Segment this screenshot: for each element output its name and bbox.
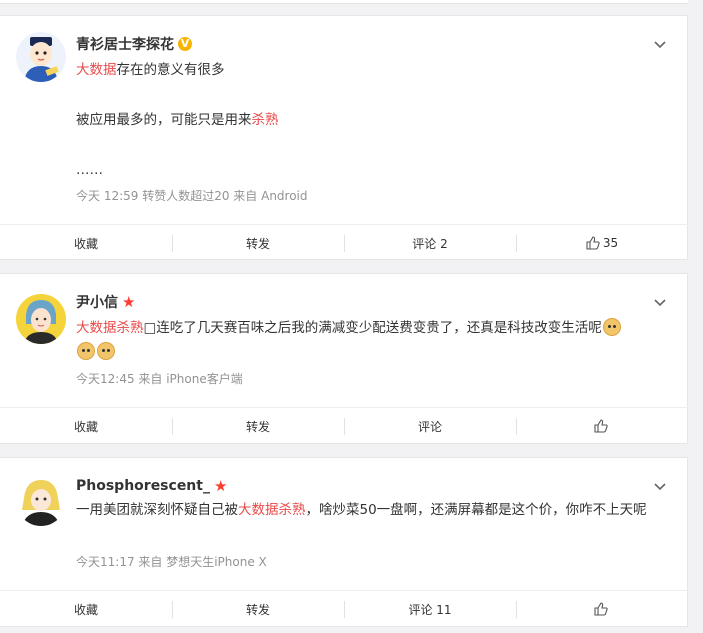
post-meta: 今天 12:59 转赞人数超过20 来自 Android — [76, 189, 308, 203]
avatar[interactable] — [16, 294, 66, 344]
favorite-button[interactable]: 收藏 — [0, 225, 172, 261]
post-content: 大数据杀熟□连吃了几天赛百味之后我的满减变少配送费变贵了，还真是科技改变生活呢 — [76, 316, 646, 364]
action-bar: 收藏 转发 评论 11 — [0, 590, 688, 627]
thumbs-up-icon — [593, 602, 608, 616]
repost-label: 转发 — [245, 236, 270, 251]
thumbs-up-icon — [593, 419, 608, 433]
star-badge-icon: ★ — [122, 292, 136, 311]
avatar[interactable] — [16, 476, 66, 526]
author-name[interactable]: 尹小信 — [76, 292, 118, 312]
avatar-anime-character-icon — [16, 476, 66, 526]
chevron-down-icon[interactable] — [653, 38, 667, 52]
repost-button[interactable]: 转发 — [172, 408, 344, 444]
action-bar: 收藏 转发 评论 2 35 — [0, 224, 688, 261]
post-text: □连吃了几天赛百味之后我的满减变少配送费变贵了，还真是科技改变生活呢 — [143, 320, 602, 336]
favorite-button[interactable]: 收藏 — [0, 591, 172, 627]
repost-button[interactable]: 转发 — [172, 225, 344, 261]
like-button[interactable] — [516, 408, 688, 444]
post-content: 大数据存在的意义有很多 被应用最多的，可能只是用来杀熟 …… — [76, 58, 666, 182]
weibo-card-3: Phosphorescent_ ★ 一用美团就深刻怀疑自己被大数据杀熟，啥炒菜5… — [0, 457, 688, 627]
topic-link[interactable]: 大数据杀熟 — [238, 502, 306, 518]
doge-emoji-icon — [77, 342, 95, 360]
verified-badge-icon: V — [178, 37, 192, 51]
avatar-cartoon-scholar-icon — [16, 32, 66, 82]
repost-button[interactable]: 转发 — [172, 591, 344, 627]
like-count: 35 — [602, 236, 619, 250]
previous-card-edge — [0, 0, 688, 4]
chevron-down-icon[interactable] — [653, 480, 667, 494]
favorite-label: 收藏 — [73, 602, 98, 617]
post-text: ，啥炒菜50一盘啊，还满屏幕都是这个价，你咋不上天呢 — [305, 502, 647, 518]
comment-button[interactable]: 评论 11 — [344, 591, 516, 627]
doge-emoji-icon — [602, 318, 621, 336]
star-badge-icon: ★ — [213, 476, 228, 495]
post-meta: 今天11:17 来自 梦想天生iPhone X — [76, 555, 267, 569]
like-button[interactable]: 35 — [516, 225, 688, 261]
comment-label: 评论 2 — [412, 236, 448, 251]
avatar-girl-illustration-icon — [16, 294, 66, 344]
like-button[interactable] — [516, 591, 688, 627]
post-text: 一用美团就深刻怀疑自己被 — [76, 502, 238, 518]
action-bar: 收藏 转发 评论 — [0, 407, 688, 444]
post-text: 被应用最多的，可能只是用来 — [76, 112, 252, 128]
post-text: 存在的意义有很多 — [116, 62, 225, 78]
weibo-card-1: 青衫居士李探花 V 大数据存在的意义有很多 被应用最多的，可能只是用来杀熟 ……… — [0, 15, 688, 260]
post-text: …… — [76, 162, 103, 178]
comment-button[interactable]: 评论 — [344, 408, 516, 444]
repost-label: 转发 — [245, 602, 270, 617]
thumbs-up-icon — [586, 236, 600, 250]
comment-button[interactable]: 评论 2 — [344, 225, 516, 261]
chevron-down-icon[interactable] — [653, 296, 667, 310]
author-name[interactable]: 青衫居士李探花 — [76, 34, 174, 54]
avatar[interactable] — [16, 32, 66, 82]
repost-label: 转发 — [245, 419, 270, 434]
favorite-label: 收藏 — [73, 236, 98, 251]
topic-link[interactable]: 大数据 — [76, 62, 117, 78]
comment-label: 评论 — [417, 419, 442, 434]
doge-emoji-icon — [97, 342, 115, 360]
favorite-button[interactable]: 收藏 — [0, 408, 172, 444]
author-name[interactable]: Phosphorescent_ — [76, 478, 210, 494]
topic-link[interactable]: 大数据杀熟 — [76, 320, 144, 336]
topic-link[interactable]: 杀熟 — [252, 112, 279, 128]
post-content: 一用美团就深刻怀疑自己被大数据杀熟，啥炒菜50一盘啊，还满屏幕都是这个价，你咋不… — [76, 498, 661, 522]
comment-label: 评论 11 — [408, 602, 452, 617]
favorite-label: 收藏 — [73, 419, 98, 434]
post-meta: 今天12:45 来自 iPhone客户端 — [76, 372, 243, 386]
weibo-card-2: 尹小信 ★ 大数据杀熟□连吃了几天赛百味之后我的满减变少配送费变贵了，还真是科技… — [0, 273, 688, 444]
